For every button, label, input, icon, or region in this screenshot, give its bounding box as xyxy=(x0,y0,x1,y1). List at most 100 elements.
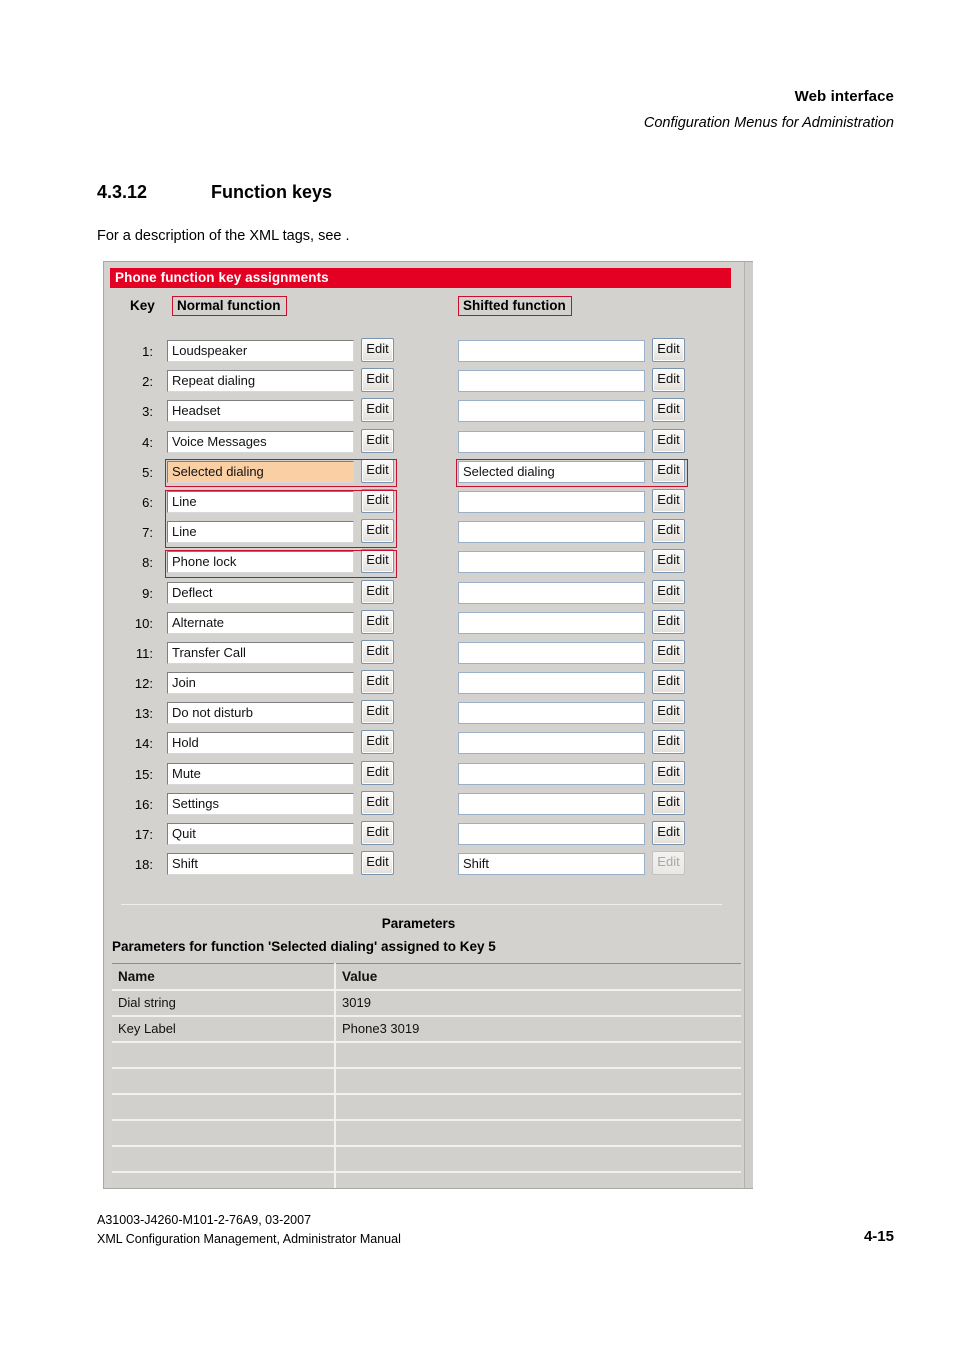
section-number: 4.3.12 xyxy=(97,182,148,202)
normal-function-input[interactable]: Repeat dialing xyxy=(167,370,354,393)
edit-button-shifted[interactable]: Edit xyxy=(652,760,685,785)
edit-button-shifted[interactable]: Edit xyxy=(652,488,685,513)
edit-button-shifted[interactable]: Edit xyxy=(652,428,685,453)
parameter-value-cell xyxy=(335,1145,741,1173)
edit-button-shifted[interactable]: Edit xyxy=(652,368,685,393)
parameters-heading: Parameters xyxy=(381,916,456,931)
key-number-label: 15: xyxy=(134,766,153,782)
edit-button-normal[interactable]: Edit xyxy=(361,730,394,755)
function-key-row: 12: Join Edit Edit xyxy=(105,669,744,699)
column-header-key: Key xyxy=(130,298,155,313)
key-number-label: 6: xyxy=(142,494,153,510)
edit-button-normal[interactable]: Edit xyxy=(361,760,394,785)
edit-button-shifted[interactable]: Edit xyxy=(652,338,685,362)
key-number-label: 9: xyxy=(142,585,153,601)
normal-function-input[interactable]: Do not disturb xyxy=(167,702,354,725)
normal-function-input[interactable]: Settings xyxy=(167,792,354,815)
edit-button-normal[interactable]: Edit xyxy=(361,368,394,393)
shifted-function-input[interactable] xyxy=(458,490,645,513)
edit-button-shifted[interactable]: Edit xyxy=(652,549,685,574)
edit-button-normal[interactable]: Edit xyxy=(361,790,394,815)
shifted-function-input[interactable] xyxy=(458,823,645,845)
edit-button-shifted[interactable]: Edit xyxy=(652,700,685,725)
edit-button-shifted[interactable]: Edit xyxy=(652,579,685,604)
screenshot-scrollbar[interactable] xyxy=(744,262,753,1188)
normal-function-input[interactable]: Phone lock xyxy=(167,551,354,574)
shifted-function-input[interactable]: Selected dialing xyxy=(458,460,645,483)
edit-button-shifted-disabled: Edit xyxy=(652,851,685,876)
normal-function-input[interactable]: Line xyxy=(167,490,354,513)
screenshot-body: Phone function key assignments Key Norma… xyxy=(105,263,744,1188)
normal-function-input[interactable]: Deflect xyxy=(167,581,354,604)
edit-button-shifted[interactable]: Edit xyxy=(652,398,685,423)
edit-button-normal[interactable]: Edit xyxy=(361,338,394,362)
normal-function-input[interactable]: Shift xyxy=(167,853,354,876)
page-header-title: Web interface xyxy=(794,88,894,105)
shifted-function-input[interactable]: Shift xyxy=(458,853,645,876)
shifted-function-input[interactable] xyxy=(458,370,645,393)
normal-function-input[interactable]: Quit xyxy=(167,823,354,845)
function-key-row: 7: Line Edit Edit xyxy=(105,518,744,548)
parameters-table-row: Dial string 3019 xyxy=(112,989,741,1017)
parameters-table: Name Value Dial string 3019 Key Label Phone… xyxy=(112,963,741,1188)
window-title-bar: Phone function key assignments xyxy=(110,268,731,288)
edit-button-shifted[interactable]: Edit xyxy=(652,639,685,664)
function-key-row: 11: Transfer Call Edit Edit xyxy=(105,639,744,669)
normal-function-input[interactable]: Join xyxy=(167,672,354,695)
edit-button-normal[interactable]: Edit xyxy=(361,428,394,453)
edit-button-shifted[interactable]: Edit xyxy=(652,458,685,483)
edit-button-normal[interactable]: Edit xyxy=(361,821,394,845)
normal-function-input[interactable]: Mute xyxy=(167,762,354,785)
shifted-function-input[interactable] xyxy=(458,732,645,755)
shifted-function-input[interactable] xyxy=(458,551,645,574)
shifted-function-input[interactable] xyxy=(458,611,645,634)
normal-function-input[interactable]: Line xyxy=(167,521,354,544)
edit-button-shifted[interactable]: Edit xyxy=(652,730,685,755)
function-key-row: 10: Alternate Edit Edit xyxy=(105,609,744,639)
normal-function-input[interactable]: Headset xyxy=(167,400,354,423)
shifted-function-input[interactable] xyxy=(458,430,645,453)
key-number-label: 4: xyxy=(142,434,153,450)
function-key-row: 18: Shift Edit Shift Edit xyxy=(105,850,744,880)
edit-button-shifted[interactable]: Edit xyxy=(652,790,685,815)
parameters-table-row: Key Label Phone3 3019 xyxy=(112,1015,741,1043)
edit-button-normal[interactable]: Edit xyxy=(361,458,394,483)
shifted-function-input[interactable] xyxy=(458,581,645,604)
normal-function-input[interactable]: Hold xyxy=(167,732,354,755)
edit-button-normal[interactable]: Edit xyxy=(361,639,394,664)
normal-function-input[interactable]: Transfer Call xyxy=(167,641,354,664)
shifted-function-input[interactable] xyxy=(458,762,645,785)
parameter-value-cell xyxy=(335,1041,741,1069)
edit-button-normal[interactable]: Edit xyxy=(361,670,394,695)
edit-button-normal[interactable]: Edit xyxy=(361,609,394,634)
edit-button-normal[interactable]: Edit xyxy=(361,519,394,544)
edit-button-shifted[interactable]: Edit xyxy=(652,519,685,544)
function-key-row: 14: Hold Edit Edit xyxy=(105,729,744,759)
shifted-function-input[interactable] xyxy=(458,521,645,544)
normal-function-input[interactable]: Loudspeaker xyxy=(167,340,354,362)
parameter-name-cell xyxy=(112,1119,336,1147)
edit-button-normal[interactable]: Edit xyxy=(361,488,394,513)
page-header-subtitle: Configuration Menus for Administration xyxy=(643,115,894,131)
normal-function-input[interactable]: Selected dialing xyxy=(167,460,354,483)
edit-button-normal[interactable]: Edit xyxy=(361,851,394,876)
shifted-function-input[interactable] xyxy=(458,400,645,423)
edit-button-normal[interactable]: Edit xyxy=(361,398,394,423)
shifted-function-input[interactable] xyxy=(458,672,645,695)
shifted-function-input[interactable] xyxy=(458,340,645,362)
edit-button-shifted[interactable]: Edit xyxy=(652,609,685,634)
shifted-function-input[interactable] xyxy=(458,792,645,815)
normal-function-input[interactable]: Alternate xyxy=(167,611,354,634)
edit-button-normal[interactable]: Edit xyxy=(361,549,394,574)
shifted-function-input[interactable] xyxy=(458,641,645,664)
footer-left: A31003-J4260-M101-2-76A9, 03-2007 XML Co… xyxy=(97,1211,401,1249)
parameters-table-row xyxy=(112,1041,741,1069)
normal-function-input[interactable]: Voice Messages xyxy=(167,430,354,453)
edit-button-normal[interactable]: Edit xyxy=(361,700,394,725)
shifted-function-input[interactable] xyxy=(458,702,645,725)
column-header-row: Key Normal function Shifted function xyxy=(105,295,744,321)
parameters-subheading: Parameters for function 'Selected dialin… xyxy=(112,939,496,954)
edit-button-normal[interactable]: Edit xyxy=(361,579,394,604)
edit-button-shifted[interactable]: Edit xyxy=(652,670,685,695)
edit-button-shifted[interactable]: Edit xyxy=(652,821,685,845)
